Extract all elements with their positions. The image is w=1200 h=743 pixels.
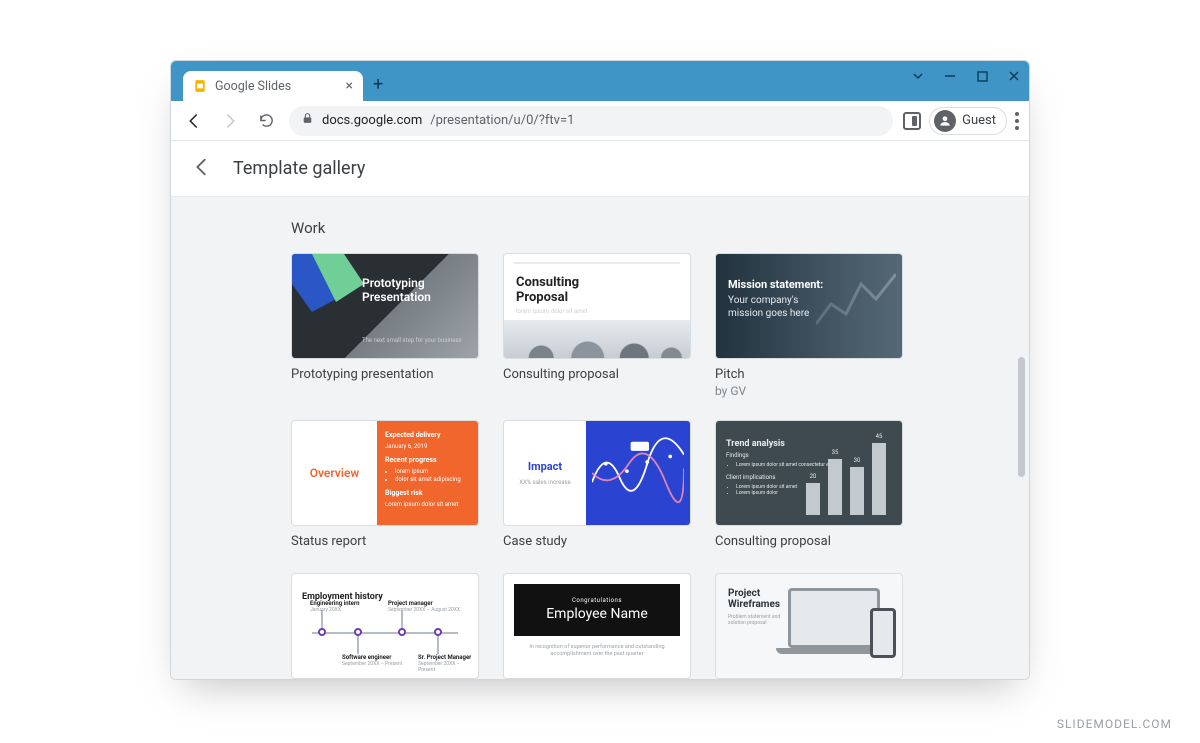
- scrollbar-thumb[interactable]: [1018, 357, 1025, 477]
- template-title: Consulting proposal: [715, 534, 903, 551]
- watermark: SLIDEMODEL.COM: [1057, 717, 1172, 731]
- template-thumbnail: Mission statement: Your company's mission…: [715, 253, 903, 359]
- template-thumbnail: Congratulations Employee Name In recognit…: [503, 573, 691, 679]
- tab-title: Google Slides: [215, 79, 291, 94]
- thumb-small-text: Congratulations: [572, 597, 622, 604]
- thumb-caption: In recognition of superior performance a…: [522, 644, 672, 659]
- template-gallery[interactable]: Work PrototypingPresentation The next sm…: [171, 197, 1029, 679]
- template-title: Prototyping presentation: [291, 367, 479, 384]
- template-thumbnail: Trend analysis Findings Lorem ipsum dolo…: [715, 420, 903, 526]
- lock-icon: [301, 112, 314, 129]
- url-host: docs.google.com: [322, 113, 422, 128]
- new-tab-button[interactable]: +: [373, 74, 383, 95]
- page-title: Template gallery: [233, 158, 365, 179]
- thumb-text: Employee Name: [546, 606, 648, 622]
- browser-titlebar: Google Slides × +: [171, 61, 1029, 101]
- template-card-status-report[interactable]: Overview Expected deliveryJanuary 6, 201…: [291, 420, 479, 551]
- template-card-trend-analysis[interactable]: Trend analysis Findings Lorem ipsum dolo…: [715, 420, 903, 551]
- browser-toolbar: docs.google.com/presentation/u/0/?ftv=1 …: [171, 101, 1029, 141]
- thumb-small-text: The next small step for your business: [362, 337, 462, 344]
- section-label: Work: [291, 219, 969, 237]
- thumb-text: Impact: [528, 460, 562, 473]
- thumb-text: Wireframes: [728, 599, 780, 610]
- browser-menu-icon[interactable]: [1015, 112, 1019, 130]
- gallery-back-icon[interactable]: [191, 156, 213, 182]
- template-title: Case study: [503, 534, 691, 551]
- browser-tab[interactable]: Google Slides ×: [183, 71, 363, 101]
- thumb-text: mission goes here: [728, 308, 809, 319]
- thumb-text: Your company's: [728, 295, 798, 306]
- profile-label: Guest: [962, 113, 996, 128]
- minimize-icon[interactable]: [943, 69, 957, 83]
- template-grid: PrototypingPresentation The next small s…: [291, 253, 969, 679]
- reload-icon[interactable]: [253, 108, 279, 134]
- window-chevron-icon[interactable]: [911, 69, 925, 83]
- template-byline: by GV: [715, 384, 903, 398]
- profile-chip[interactable]: Guest: [929, 107, 1007, 135]
- thumb-small-text: XX% sales increase: [519, 479, 571, 486]
- browser-window: Google Slides × + docs.google.com/presen…: [170, 60, 1030, 680]
- template-title: Pitch: [715, 367, 903, 384]
- close-tab-icon[interactable]: ×: [346, 79, 353, 93]
- template-card-employment-history[interactable]: Employment history Engineering intern Ja…: [291, 573, 479, 679]
- forward-icon[interactable]: [217, 108, 243, 134]
- thumb-text: Proposal: [516, 290, 568, 305]
- thumb-node-label: Sr. Project Manager: [418, 654, 471, 661]
- page-header: Template gallery: [171, 141, 1029, 197]
- template-title: Status report: [291, 534, 479, 551]
- thumb-text: Trend analysis: [726, 439, 785, 449]
- close-window-icon[interactable]: [1007, 69, 1021, 83]
- template-card-case-study[interactable]: Impact XX% sales increase Case study: [503, 420, 691, 551]
- address-bar[interactable]: docs.google.com/presentation/u/0/?ftv=1: [289, 106, 893, 136]
- template-thumbnail: Overview Expected deliveryJanuary 6, 201…: [291, 420, 479, 526]
- template-thumbnail: Impact XX% sales increase: [503, 420, 691, 526]
- thumb-text: Consulting: [516, 275, 579, 290]
- slides-favicon-icon: [193, 79, 207, 93]
- template-thumbnail: ProjectWireframes Problem statement and …: [715, 573, 903, 679]
- back-icon[interactable]: [181, 108, 207, 134]
- thumb-text: Prototyping: [362, 276, 425, 290]
- thumb-small-text: lorem ipsum dolor sit amet: [516, 308, 588, 315]
- side-panel-icon[interactable]: [903, 112, 921, 130]
- thumb-small-text: Problem statement and solution proposal: [728, 614, 788, 626]
- thumb-text: Overview: [310, 466, 360, 480]
- template-thumbnail: Employment history Engineering intern Ja…: [291, 573, 479, 679]
- thumb-text: Presentation: [362, 290, 431, 304]
- thumb-node-label: Software engineer: [342, 654, 391, 661]
- thumb-text: Mission statement:: [728, 278, 823, 293]
- template-card-consulting-proposal[interactable]: ConsultingProposal lorem ipsum dolor sit…: [503, 253, 691, 398]
- template-thumbnail: ConsultingProposal lorem ipsum dolor sit…: [503, 253, 691, 359]
- template-title: Consulting proposal: [503, 367, 691, 384]
- template-card-employee-name[interactable]: Congratulations Employee Name In recognit…: [503, 573, 691, 679]
- thumb-node-label: Engineering intern: [310, 600, 359, 607]
- template-thumbnail: PrototypingPresentation The next small s…: [291, 253, 479, 359]
- maximize-icon[interactable]: [975, 69, 989, 83]
- guest-avatar-icon: [934, 110, 956, 132]
- url-path: /presentation/u/0/?ftv=1: [430, 113, 574, 128]
- thumb-text: Project: [728, 588, 760, 599]
- template-card-wireframes[interactable]: ProjectWireframes Problem statement and …: [715, 573, 903, 679]
- window-controls: [911, 69, 1021, 83]
- template-card-pitch[interactable]: Mission statement: Your company's mission…: [715, 253, 903, 398]
- template-card-prototyping[interactable]: PrototypingPresentation The next small s…: [291, 253, 479, 398]
- thumb-node-label: Project manager: [388, 600, 433, 607]
